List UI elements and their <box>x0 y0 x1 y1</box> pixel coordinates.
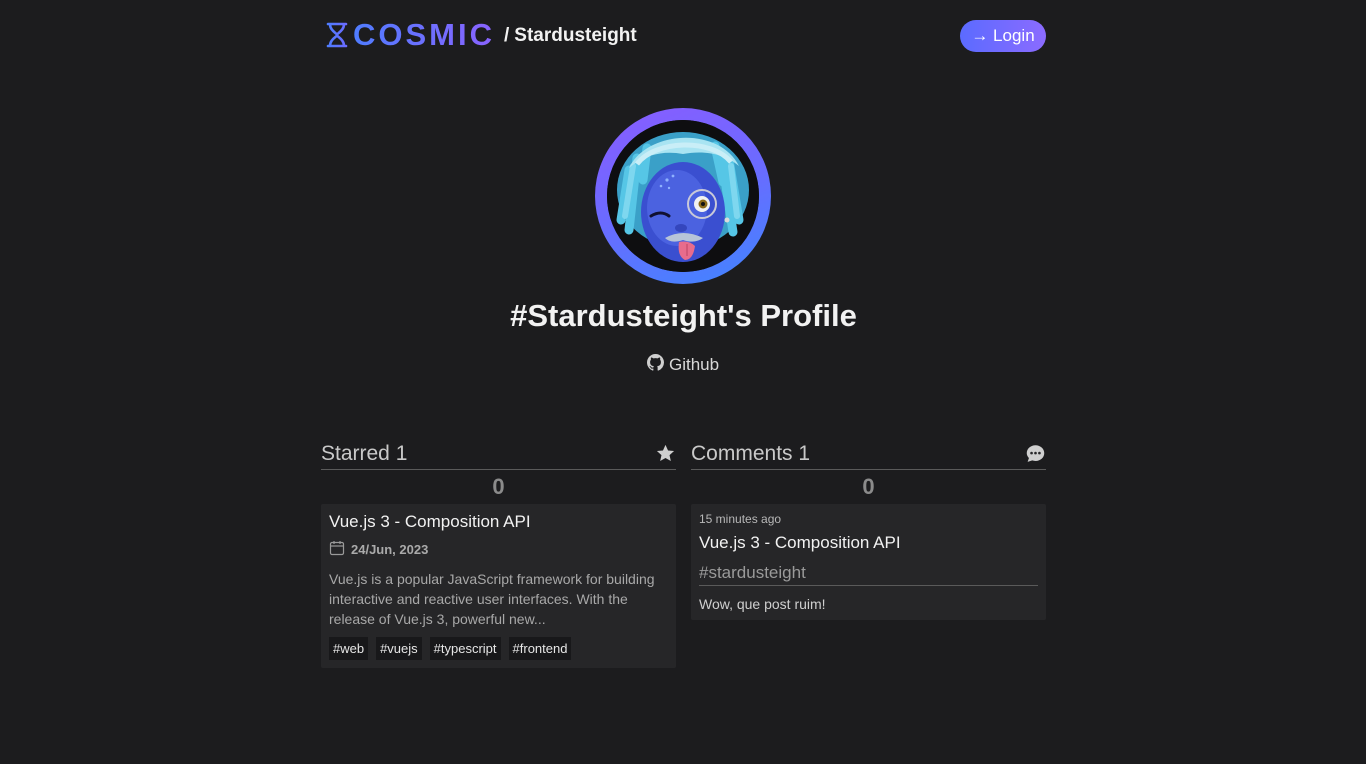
post-tags: #web #vuejs #typescript #frontend <box>329 637 668 660</box>
brand[interactable]: COSMIC / Stardusteight <box>325 17 637 52</box>
hourglass-icon <box>325 21 349 49</box>
starred-count: 0 <box>492 474 505 499</box>
github-icon <box>647 354 664 376</box>
tag-typescript[interactable]: #typescript <box>429 637 501 660</box>
profile-title: #Stardusteight's Profile <box>510 298 857 333</box>
star-icon <box>655 443 676 464</box>
avatar <box>595 108 771 284</box>
avatar-image <box>607 120 759 272</box>
comments-title: Comments 1 <box>691 441 811 465</box>
comment-card[interactable]: 15 minutes ago Vue.js 3 - Composition AP… <box>691 504 1046 620</box>
page: COSMIC / Stardusteight → Login #Stardust… <box>321 0 1046 764</box>
github-link[interactable]: Github <box>647 354 719 376</box>
starred-header: Starred 1 <box>321 440 676 470</box>
post-date-text: 24/Jun, 2023 <box>351 542 429 557</box>
github-label: Github <box>669 355 720 374</box>
login-button[interactable]: → Login <box>960 20 1046 52</box>
tag-frontend[interactable]: #frontend <box>508 637 572 660</box>
post-excerpt: Vue.js is a popular JavaScript framework… <box>329 571 655 627</box>
comments-header: Comments 1 <box>691 440 1046 470</box>
starred-section: Starred 1 0 Vue.js 3 - Composition API 2… <box>321 440 676 668</box>
breadcrumb-username: Stardusteight <box>514 25 637 46</box>
brand-name: COSMIC <box>353 17 495 52</box>
comments-count: 0 <box>862 474 875 499</box>
comment-timestamp: 15 minutes ago <box>699 512 782 526</box>
calendar-icon <box>329 540 345 559</box>
comments-section: Comments 1 0 15 minutes ago Vue.js 3 - C… <box>691 440 1046 620</box>
comment-post-title[interactable]: Vue.js 3 - Composition API <box>699 533 1038 553</box>
breadcrumb-separator: / <box>504 25 510 46</box>
tag-web[interactable]: #web <box>329 637 369 660</box>
starred-title: Starred 1 <box>321 441 408 465</box>
top-bar: COSMIC / Stardusteight → Login <box>321 17 1046 54</box>
starred-post-card[interactable]: Vue.js 3 - Composition API 24/Jun, 2023 … <box>321 504 676 668</box>
post-date: 24/Jun, 2023 <box>329 540 668 559</box>
post-title[interactable]: Vue.js 3 - Composition API <box>329 512 668 532</box>
chat-bubble-icon <box>1025 443 1046 464</box>
comment-text: Wow, que post ruim! <box>699 596 826 612</box>
comment-author[interactable]: #stardusteight <box>699 563 1038 586</box>
tag-vuejs[interactable]: #vuejs <box>376 637 422 660</box>
